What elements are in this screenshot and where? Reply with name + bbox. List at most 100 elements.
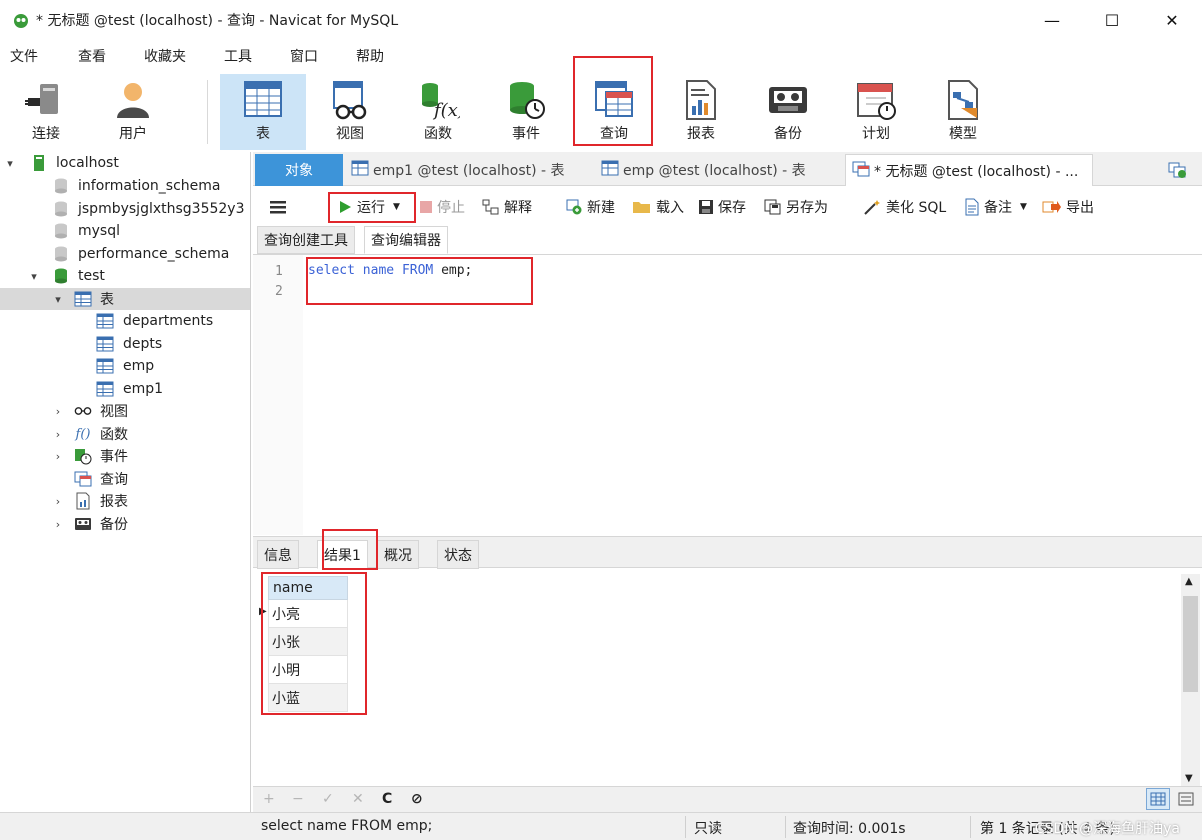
chevron-right-icon[interactable]: ›	[52, 405, 64, 418]
new-query-button[interactable]: 新建	[565, 196, 615, 218]
beautify-sql-button[interactable]: 美化 SQL	[862, 196, 946, 218]
connect-button[interactable]: 连接	[3, 74, 89, 150]
tab-emp1-table[interactable]: emp1 @test (localhost) - 表	[345, 154, 591, 186]
tree-queries-node[interactable]: 查询	[0, 468, 250, 490]
delete-record-button[interactable]: −	[292, 791, 304, 807]
hamburger-menu-button[interactable]	[269, 196, 287, 218]
sql-editor[interactable]: 1 2 select name FROM emp;	[253, 254, 1202, 535]
save-icon	[698, 199, 714, 215]
discard-changes-button[interactable]: ✕	[352, 791, 364, 807]
load-button[interactable]: 载入	[632, 196, 684, 218]
menu-help[interactable]: 帮助	[346, 46, 398, 66]
chevron-down-icon[interactable]: ▼	[393, 202, 400, 212]
add-record-button[interactable]: +	[263, 791, 275, 807]
watermark-text: CSDN @深海鱼肝油ya	[1034, 821, 1180, 837]
tab-untitled-query[interactable]: * 无标题 @test (localhost) - ...	[845, 154, 1093, 186]
tab-info[interactable]: 信息	[257, 540, 299, 569]
refresh-button[interactable]: C	[382, 791, 392, 807]
database-icon	[52, 245, 70, 263]
table-cell[interactable]: 小张	[268, 628, 348, 656]
grid-view-button[interactable]	[1146, 788, 1170, 810]
report-button[interactable]: 报表	[658, 74, 744, 150]
tree-label-tables: 表	[100, 292, 114, 308]
tree-table-emp[interactable]: emp	[0, 355, 250, 377]
stop-button[interactable]: 停止	[419, 196, 465, 218]
event-button[interactable]: 事件	[483, 74, 569, 150]
schedule-button[interactable]: 计划	[833, 74, 919, 150]
export-button[interactable]: 导出	[1042, 196, 1094, 218]
vertical-scrollbar[interactable]: ▲ ▼	[1181, 574, 1200, 786]
scroll-down-icon[interactable]: ▼	[1185, 773, 1193, 784]
tab-result1[interactable]: 结果1	[317, 540, 368, 569]
tree-connection-localhost[interactable]: ▾ localhost	[0, 152, 250, 174]
save-button[interactable]: 保存	[698, 196, 746, 218]
menu-window[interactable]: 窗口	[280, 46, 332, 66]
result-grid[interactable]: name ▶ 小亮 小张 小明 小蓝	[253, 570, 1181, 784]
save-as-button[interactable]: 另存为	[764, 196, 828, 218]
menu-view[interactable]: 查看	[68, 46, 120, 66]
tree-backups-node[interactable]: › 备份	[0, 513, 250, 535]
tab-profile[interactable]: 概况	[377, 540, 419, 569]
chevron-down-icon[interactable]: ▼	[1020, 202, 1027, 212]
tree-db-test[interactable]: ▾ test	[0, 265, 250, 287]
tab-emp-table[interactable]: emp @test (localhost) - 表	[595, 154, 841, 186]
tab-query-builder[interactable]: 查询创建工具	[257, 226, 355, 254]
view-button[interactable]: 视图	[307, 74, 393, 150]
form-view-button[interactable]	[1174, 788, 1198, 810]
tree-events-node[interactable]: › 事件	[0, 445, 250, 467]
new-tab-button[interactable]	[1157, 154, 1197, 186]
note-button[interactable]: 备注 ▼	[964, 196, 1027, 218]
chevron-right-icon[interactable]: ›	[52, 495, 64, 508]
table-cell[interactable]: 小明	[268, 656, 348, 684]
scrollbar-thumb[interactable]	[1183, 596, 1198, 692]
chevron-right-icon[interactable]: ›	[52, 428, 64, 441]
main-toolbar: 连接 用户 表 视图 f(x 函数 事件 查询 报表 备份 计划 模型	[0, 72, 1202, 152]
model-button[interactable]: 模型	[920, 74, 1006, 150]
backup-button[interactable]: 备份	[745, 74, 831, 150]
stop-icon	[419, 200, 433, 214]
run-button[interactable]: 运行 ▼	[337, 196, 400, 218]
status-readonly: 只读	[694, 821, 722, 837]
tab-query-editor[interactable]: 查询编辑器	[364, 226, 448, 254]
column-header-name[interactable]: name	[268, 576, 348, 600]
maximize-button[interactable]: ☐	[1082, 0, 1142, 40]
scroll-up-icon[interactable]: ▲	[1185, 576, 1193, 587]
tree-views-node[interactable]: › 视图	[0, 400, 250, 422]
apply-changes-button[interactable]: ✓	[322, 791, 334, 807]
stop-label: 停止	[437, 200, 465, 216]
chevron-right-icon[interactable]: ›	[52, 450, 64, 463]
table-cell[interactable]: 小蓝	[268, 684, 348, 712]
table-cell[interactable]: 小亮	[268, 600, 348, 628]
tree-table-depts[interactable]: depts	[0, 333, 250, 355]
save-as-label: 另存为	[786, 200, 828, 216]
tab-status[interactable]: 状态	[437, 540, 479, 569]
tab-objects[interactable]: 对象	[255, 154, 343, 186]
chevron-down-icon[interactable]: ▾	[28, 270, 40, 283]
title-bar: * 无标题 @test (localhost) - 查询 - Navicat f…	[0, 0, 1202, 40]
close-button[interactable]: ✕	[1142, 0, 1202, 40]
minimize-button[interactable]: —	[1022, 0, 1082, 40]
chevron-down-icon[interactable]: ▾	[4, 157, 16, 170]
chevron-down-icon[interactable]: ▾	[52, 293, 64, 306]
tree-db-performance-schema[interactable]: performance_schema	[0, 243, 250, 265]
tree-table-emp1[interactable]: emp1	[0, 378, 250, 400]
menu-tools[interactable]: 工具	[214, 46, 266, 66]
tree-functions-node[interactable]: › f() 函数	[0, 423, 250, 445]
explain-button[interactable]: 解释	[482, 196, 532, 218]
tree-db-information-schema[interactable]: information_schema	[0, 175, 250, 197]
chevron-right-icon[interactable]: ›	[52, 518, 64, 531]
stop-load-button[interactable]: ⊘	[411, 791, 423, 807]
menu-file[interactable]: 文件	[0, 46, 52, 66]
tree-db-mysql[interactable]: mysql	[0, 220, 250, 242]
status-bar: select name FROM emp; 只读 查询时间: 0.001s 第 …	[0, 812, 1202, 840]
table-button[interactable]: 表	[220, 74, 306, 150]
menu-favorites[interactable]: 收藏夹	[134, 46, 200, 66]
tree-tables-node[interactable]: ▾ 表	[0, 288, 250, 310]
tree-reports-node[interactable]: › 报表	[0, 490, 250, 512]
user-button[interactable]: 用户	[90, 74, 176, 150]
tree-table-departments[interactable]: departments	[0, 310, 250, 332]
tree-db-jspm[interactable]: jspmbysjglxthsg3552y3	[0, 198, 250, 220]
function-button[interactable]: f(x) 函数	[395, 74, 481, 150]
query-button[interactable]: 查询	[571, 74, 657, 150]
tab-status-label: 状态	[444, 547, 472, 564]
